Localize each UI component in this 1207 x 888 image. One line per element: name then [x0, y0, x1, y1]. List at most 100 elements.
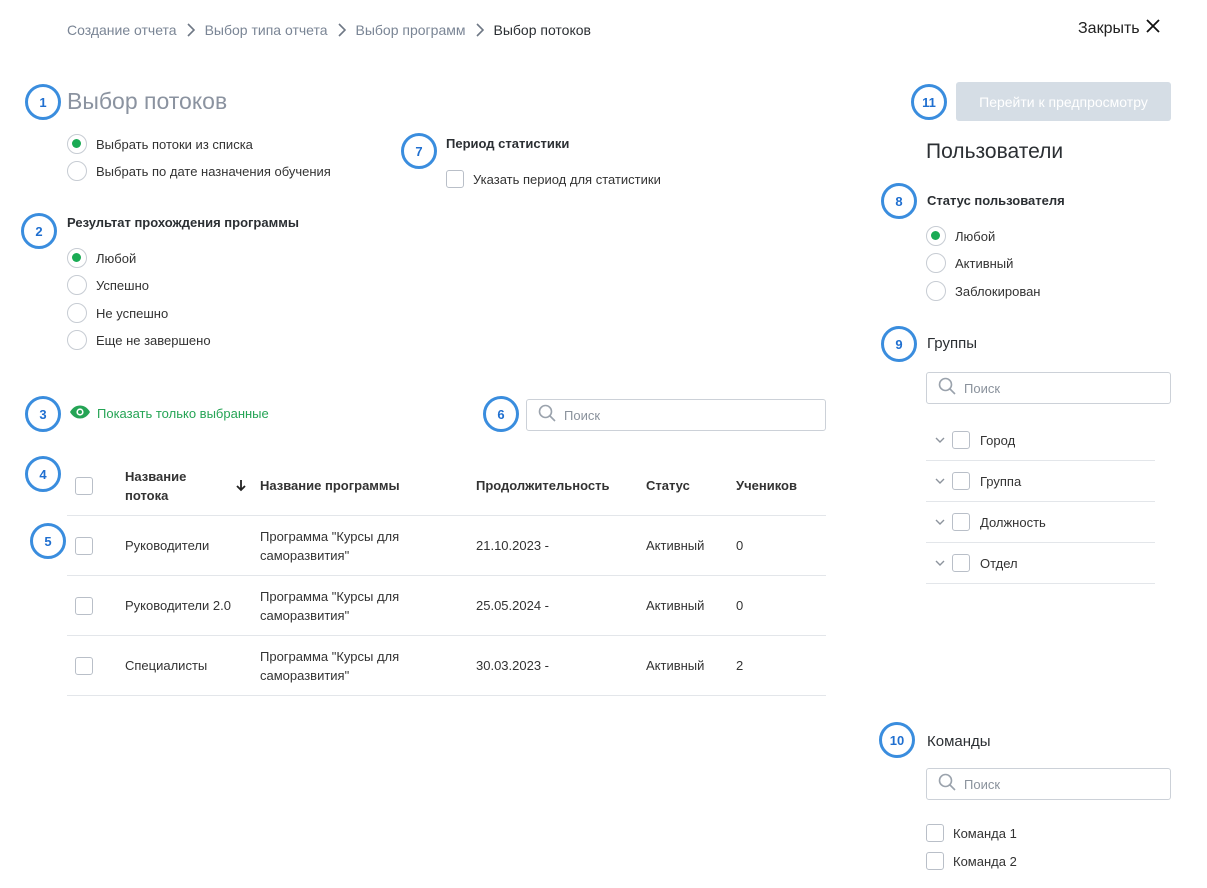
teams-label: Команды — [927, 733, 991, 750]
select-all-checkbox[interactable] — [75, 476, 93, 495]
radio-button[interactable] — [67, 330, 87, 350]
checkbox[interactable] — [926, 824, 944, 842]
search-icon — [938, 773, 956, 796]
radio-user-any[interactable]: Любой — [926, 226, 995, 246]
radio-button[interactable] — [67, 161, 87, 181]
cell-students: 0 — [736, 598, 744, 613]
breadcrumb-item-current: Выбор потоков — [493, 22, 591, 38]
search-icon — [938, 377, 956, 400]
radio-result-fail[interactable]: Не успешно — [67, 303, 168, 323]
stats-period-label: Период статистики — [446, 136, 570, 151]
marker-2: 2 — [21, 213, 57, 249]
chevron-down-icon[interactable] — [926, 437, 952, 443]
marker-7: 7 — [401, 133, 437, 169]
close-icon — [1145, 19, 1160, 38]
checkbox-stats-period[interactable]: Указать период для статистики — [446, 170, 661, 188]
search-icon — [538, 404, 556, 427]
checkbox[interactable] — [952, 554, 970, 572]
table-row[interactable]: Руководители 2.0 Программа "Курсы для са… — [67, 576, 826, 636]
cell-duration: 21.10.2023 - — [476, 538, 550, 553]
radio-user-active[interactable]: Активный — [926, 253, 1013, 273]
radio-button[interactable] — [926, 226, 946, 246]
group-item-department[interactable]: Отдел — [926, 543, 1155, 584]
group-item-label: Группа — [980, 473, 1022, 489]
radio-button[interactable] — [926, 281, 946, 301]
cell-program-name: Программа "Курсы для саморазвития" — [260, 648, 400, 683]
groups-search-field[interactable] — [926, 372, 1171, 404]
cell-students: 2 — [736, 658, 744, 673]
chevron-down-icon[interactable] — [926, 478, 952, 484]
teams-search-input[interactable] — [964, 776, 1170, 792]
checkbox[interactable] — [926, 852, 944, 870]
show-selected-toggle[interactable]: Показать только выбранные — [69, 405, 269, 422]
chevron-right-icon — [328, 20, 356, 40]
cell-duration: 30.03.2023 - — [476, 658, 550, 673]
breadcrumb-item-create-report[interactable]: Создание отчета — [67, 22, 177, 38]
close-button[interactable]: Закрыть — [1078, 19, 1160, 38]
radio-label: Заблокирован — [955, 283, 1041, 299]
radio-label: Выбрать потоки из списка — [96, 136, 253, 152]
eye-icon — [69, 405, 91, 422]
radio-label: Активный — [955, 255, 1014, 271]
checkbox[interactable] — [952, 431, 970, 449]
team-item-2[interactable]: Команда 2 — [926, 852, 1017, 870]
table-row[interactable]: Руководители Программа "Курсы для самора… — [67, 516, 826, 576]
marker-10: 10 — [879, 722, 915, 758]
radio-button[interactable] — [926, 253, 946, 273]
marker-5: 5 — [30, 523, 66, 559]
marker-3: 3 — [25, 396, 61, 432]
radio-result-not-finished[interactable]: Еще не завершено — [67, 330, 211, 350]
checkbox[interactable] — [446, 170, 464, 188]
teams-search-field[interactable] — [926, 768, 1171, 800]
radio-button[interactable] — [67, 303, 87, 323]
chevron-down-icon[interactable] — [926, 519, 952, 525]
groups-search-input[interactable] — [964, 380, 1170, 396]
team-item-1[interactable]: Команда 1 — [926, 824, 1017, 842]
radio-result-success[interactable]: Успешно — [67, 275, 149, 295]
marker-9: 9 — [881, 326, 917, 362]
radio-label: Любой — [955, 228, 996, 244]
radio-label: Еще не завершено — [96, 332, 211, 348]
radio-result-any[interactable]: Любой — [67, 248, 136, 268]
breadcrumb-item-report-type[interactable]: Выбор типа отчета — [205, 22, 328, 38]
row-checkbox[interactable] — [75, 656, 93, 675]
team-item-label: Команда 2 — [953, 853, 1017, 869]
radio-button[interactable] — [67, 275, 87, 295]
radio-user-blocked[interactable]: Заблокирован — [926, 281, 1040, 301]
row-checkbox[interactable] — [75, 596, 93, 615]
marker-8: 8 — [881, 183, 917, 219]
preview-button[interactable]: Перейти к предпросмотру — [956, 82, 1171, 121]
table-search-input[interactable] — [564, 407, 825, 423]
chevron-right-icon — [465, 20, 493, 40]
group-item-city[interactable]: Город — [926, 420, 1155, 461]
group-item-position[interactable]: Должность — [926, 502, 1155, 543]
table-row[interactable]: Специалисты Программа "Курсы для самораз… — [67, 636, 826, 696]
radio-button[interactable] — [67, 134, 87, 154]
radio-label: Не успешно — [96, 305, 169, 321]
cell-program-name: Программа "Курсы для саморазвития" — [260, 588, 400, 623]
group-item-group[interactable]: Группа — [926, 461, 1155, 502]
table-header: Название потока Название программы Продо… — [67, 456, 826, 516]
chevron-down-icon[interactable] — [926, 560, 952, 566]
checkbox[interactable] — [952, 472, 970, 490]
column-header-status: Статус — [646, 478, 690, 493]
table-search-field[interactable] — [526, 399, 826, 431]
chevron-right-icon — [177, 20, 205, 40]
checkbox[interactable] — [952, 513, 970, 531]
cell-status: Активный — [646, 598, 705, 613]
user-status-label: Статус пользователя — [927, 193, 1065, 208]
program-result-label: Результат прохождения программы — [67, 215, 299, 230]
column-header-stream-name[interactable]: Название потока — [125, 467, 205, 505]
row-checkbox[interactable] — [75, 536, 93, 555]
radio-select-by-date[interactable]: Выбрать по дате назначения обучения — [67, 161, 331, 181]
close-label: Закрыть — [1078, 19, 1140, 37]
cell-stream-name: Руководители — [125, 538, 210, 553]
column-header-duration: Продолжительность — [476, 478, 610, 493]
marker-1: 1 — [25, 84, 61, 120]
radio-label: Любой — [96, 250, 137, 266]
breadcrumb-item-programs[interactable]: Выбор программ — [356, 22, 466, 38]
radio-button[interactable] — [67, 248, 87, 268]
arrow-down-icon[interactable] — [236, 479, 246, 492]
page-title: Выбор потоков — [67, 88, 228, 114]
radio-select-from-list[interactable]: Выбрать потоки из списка — [67, 134, 253, 154]
